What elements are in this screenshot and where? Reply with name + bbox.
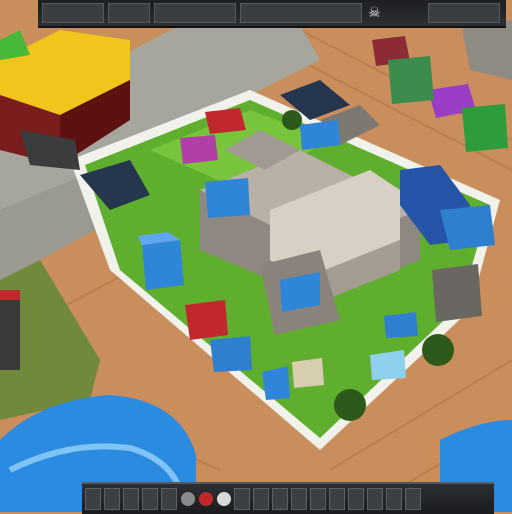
shield-icon[interactable]	[199, 492, 213, 506]
red-crate[interactable]	[185, 300, 228, 340]
skull-icon[interactable]: ☠	[368, 5, 381, 21]
hotbar-slot[interactable]	[142, 488, 158, 510]
blue-cube-6[interactable]	[370, 350, 406, 380]
blue-cube-3[interactable]	[300, 120, 340, 150]
dark-tower-left[interactable]	[0, 290, 20, 370]
green-block-right[interactable]	[462, 104, 508, 152]
blue-cube-4[interactable]	[210, 336, 252, 372]
hotbar-slot[interactable]	[405, 488, 421, 510]
hotbar-slot[interactable]	[348, 488, 364, 510]
bush-2	[334, 389, 366, 421]
hud-slot[interactable]	[108, 3, 150, 23]
green-block-top[interactable]	[388, 56, 434, 104]
hotbar-slot[interactable]	[104, 488, 120, 510]
hud-slot[interactable]	[240, 3, 362, 23]
bush-3	[282, 110, 302, 130]
hotbar-slot[interactable]	[123, 488, 139, 510]
hud-slot[interactable]	[428, 3, 500, 23]
red-block-top[interactable]	[205, 108, 246, 134]
hotbar-slot[interactable]	[291, 488, 307, 510]
hud-slot[interactable]	[154, 3, 236, 23]
gear-icon[interactable]	[181, 492, 195, 506]
hotbar-slot[interactable]	[85, 488, 101, 510]
hotbar-slot[interactable]	[329, 488, 345, 510]
hotbar-slot[interactable]	[234, 488, 250, 510]
bottom-hotbar	[82, 482, 494, 514]
bush-1	[422, 334, 454, 366]
hud-slot[interactable]	[42, 3, 104, 23]
blue-cube-7[interactable]	[262, 366, 290, 400]
game-viewport[interactable]	[0, 0, 512, 512]
hotbar-slot[interactable]	[161, 488, 177, 510]
blue-cube-5[interactable]	[384, 312, 418, 338]
hotbar-slot[interactable]	[310, 488, 326, 510]
hotbar-slot[interactable]	[253, 488, 269, 510]
grey-block-right[interactable]	[432, 264, 482, 322]
coin-icon[interactable]	[217, 492, 231, 506]
hotbar-slot[interactable]	[272, 488, 288, 510]
purple-block[interactable]	[180, 135, 218, 164]
hotbar-slot[interactable]	[367, 488, 383, 510]
tan-block[interactable]	[292, 358, 324, 388]
blue-cube-2[interactable]	[205, 178, 250, 218]
hotbar-slot[interactable]	[386, 488, 402, 510]
top-hud-bar: ☠	[38, 0, 506, 28]
